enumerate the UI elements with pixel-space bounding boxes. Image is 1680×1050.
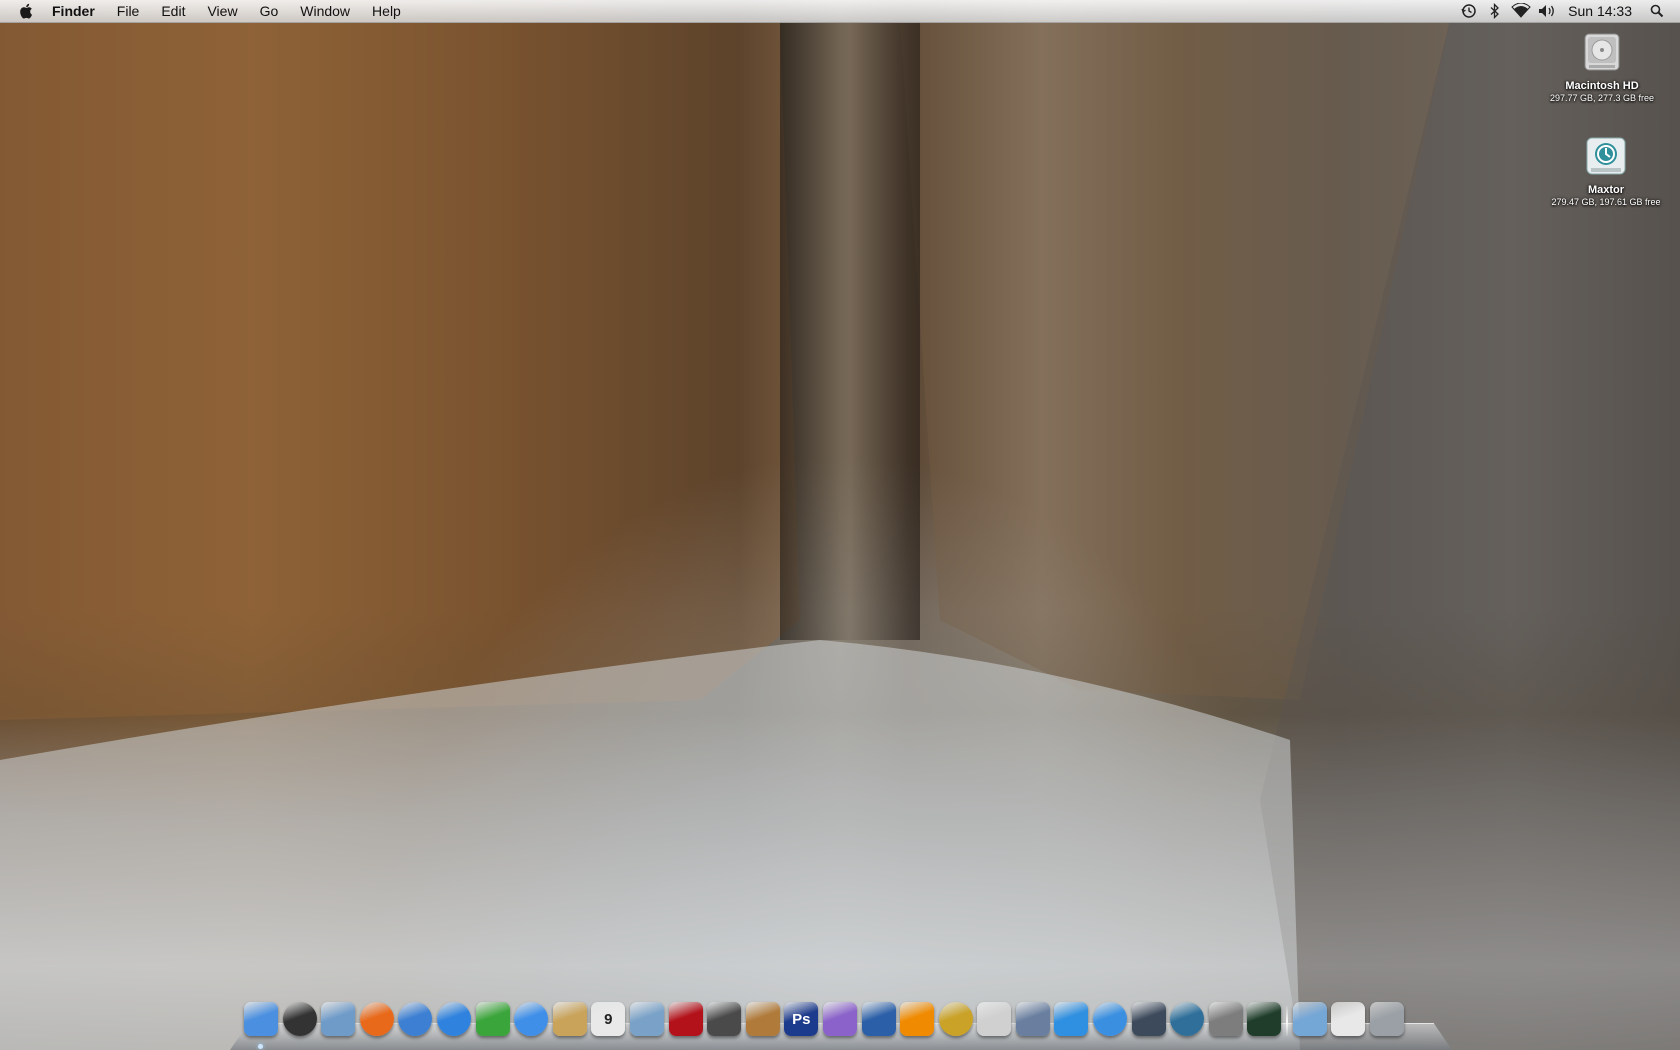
time-machine-icon[interactable] xyxy=(1170,1002,1205,1036)
menu-clock[interactable]: Sun 14:33 xyxy=(1560,3,1644,19)
trash-icon[interactable] xyxy=(1369,1002,1404,1036)
mail-stamp-icon[interactable] xyxy=(321,1002,356,1036)
keynote-icon[interactable] xyxy=(1015,1002,1050,1036)
vlc-cone-icon[interactable] xyxy=(900,1002,935,1036)
dvd-player-icon[interactable] xyxy=(938,1002,973,1036)
drive-name: Maxtor xyxy=(1587,184,1625,196)
photoshop-icon[interactable]: Ps xyxy=(784,1002,819,1036)
expose-icon[interactable] xyxy=(1131,1002,1166,1036)
hard-drive-icon xyxy=(1579,30,1625,76)
address-book-icon[interactable] xyxy=(552,1002,587,1036)
dock: 9 Ps xyxy=(230,1000,1452,1050)
ichat-icon[interactable] xyxy=(514,1002,549,1036)
menu-help[interactable]: Help xyxy=(361,0,412,22)
imovie-star-icon[interactable] xyxy=(707,1002,742,1036)
desktop-drive-macintosh-hd[interactable]: Macintosh HD 297.77 GB, 277.3 GB free xyxy=(1537,30,1667,103)
running-indicator xyxy=(258,1044,263,1049)
preview-icon[interactable] xyxy=(745,1002,780,1036)
wifi-icon[interactable] xyxy=(1508,0,1534,22)
finder-icon[interactable] xyxy=(244,1002,278,1036)
wallpaper-scenery xyxy=(0,20,1680,1050)
dock-item-label: 9 xyxy=(604,1010,613,1028)
desktop-drive-maxtor[interactable]: Maxtor 279.47 GB, 197.61 GB free xyxy=(1541,134,1671,207)
menu-window[interactable]: Window xyxy=(289,0,361,22)
apple-logo-icon[interactable] xyxy=(18,2,34,20)
numbers-icon[interactable] xyxy=(1054,1002,1089,1036)
activity-monitor-icon[interactable] xyxy=(1247,1002,1282,1036)
textedit-icon[interactable] xyxy=(822,1002,857,1036)
desktop-wallpaper xyxy=(0,0,1680,1050)
volume-icon[interactable] xyxy=(1534,0,1560,22)
final-cut-icon[interactable] xyxy=(861,1002,896,1036)
firefox-icon[interactable] xyxy=(359,1002,394,1036)
dashboard-icon[interactable] xyxy=(282,1002,317,1036)
dock-separator xyxy=(1286,1006,1289,1036)
dock-icons: 9 Ps xyxy=(244,1000,1408,1036)
drive-name: Macintosh HD xyxy=(1565,80,1639,92)
itunes-icon[interactable] xyxy=(1093,1002,1128,1036)
ical-icon[interactable]: 9 xyxy=(591,1002,626,1036)
menu-bar: Finder File Edit View Go Window Help Sun… xyxy=(0,0,1680,23)
menu-view[interactable]: View xyxy=(196,0,248,22)
drive-capacity: 279.47 GB, 197.61 GB free xyxy=(1551,197,1661,207)
system-preferences-icon[interactable] xyxy=(1208,1002,1243,1036)
menu-go[interactable]: Go xyxy=(249,0,290,22)
dock-item-label: Ps xyxy=(792,1010,811,1028)
time-machine-icon[interactable] xyxy=(1456,0,1482,22)
menu-edit[interactable]: Edit xyxy=(150,0,196,22)
script-editor-icon[interactable] xyxy=(977,1002,1012,1036)
applications-folder-icon[interactable] xyxy=(1292,1002,1327,1036)
documents-stack-icon[interactable] xyxy=(1331,1002,1366,1036)
time-machine-drive-icon xyxy=(1583,134,1629,180)
safari-icon[interactable] xyxy=(436,1002,471,1036)
menu-file[interactable]: File xyxy=(106,0,151,22)
photo-booth-icon[interactable] xyxy=(668,1002,703,1036)
spotlight-search-icon[interactable] xyxy=(1644,0,1670,22)
network-compass-icon[interactable] xyxy=(398,1002,433,1036)
bluetooth-icon[interactable] xyxy=(1482,0,1508,22)
adium-duck-icon[interactable] xyxy=(475,1002,510,1036)
drive-capacity: 297.77 GB, 277.3 GB free xyxy=(1549,93,1655,103)
menu-app-finder[interactable]: Finder xyxy=(48,0,106,22)
iphoto-icon[interactable] xyxy=(629,1002,664,1036)
